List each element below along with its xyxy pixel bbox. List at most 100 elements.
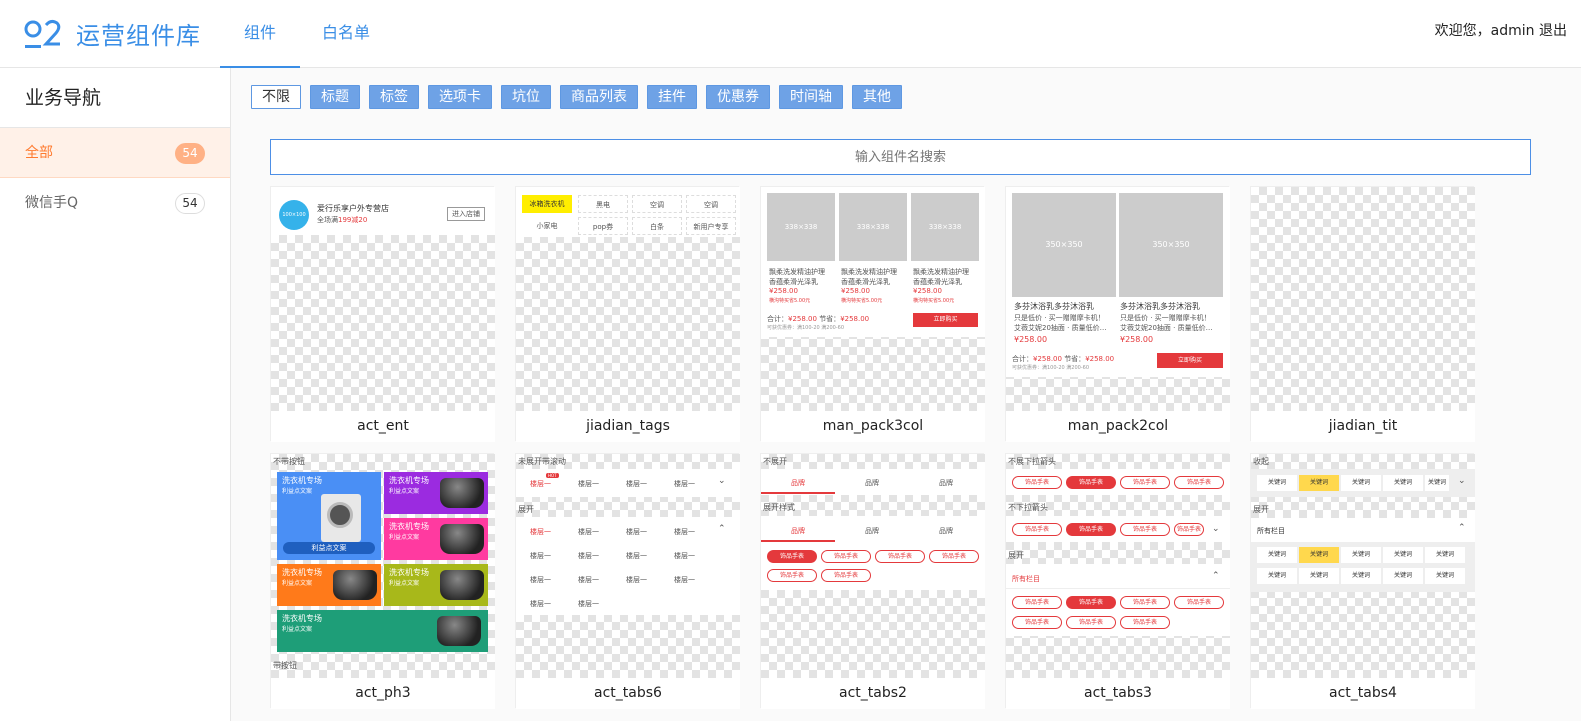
- component-card[interactable]: 不展开 品牌 品牌 品牌 展开样式 品牌 品牌 品牌 饰品手表 饰品手表 饰品手…: [760, 453, 985, 709]
- promo-tile: 洗衣机专场 利益点文案: [384, 518, 488, 560]
- tag-pill: 饰品手表: [767, 550, 817, 563]
- logo[interactable]: 运营组件库: [24, 16, 201, 51]
- component-name: act_tabs6: [516, 678, 740, 709]
- component-name: act_ent: [271, 411, 495, 442]
- preview-label: 未展开带滚动: [518, 457, 566, 466]
- chevron-up-icon: ⌃: [1458, 523, 1466, 533]
- keyword-tag: 关键词: [1383, 547, 1423, 563]
- tab-components[interactable]: 组件: [220, 0, 300, 68]
- hot-badge: HOT: [546, 473, 559, 478]
- product-price: ¥258.00: [841, 287, 870, 295]
- preview-label: 不带按钮: [273, 457, 305, 466]
- keyword-tag: 关键词: [1341, 568, 1381, 584]
- user-area: 欢迎您，admin 退出: [1435, 20, 1567, 40]
- component-name: act_tabs4: [1251, 678, 1475, 709]
- preview-label: 收起: [1253, 457, 1269, 466]
- promo-text: 可获优惠券：满100-20 满200-60: [767, 325, 845, 331]
- tab-item: 楼层一: [578, 480, 599, 488]
- keyword-tag: 关键词: [1425, 568, 1465, 584]
- tab-item: 楼层一: [530, 600, 551, 608]
- logout-link[interactable]: 退出: [1539, 23, 1567, 39]
- filter-tag[interactable]: 标签: [369, 85, 419, 109]
- preview-label: 不展开: [763, 457, 787, 466]
- component-name: act_ph3: [271, 678, 495, 709]
- chevron-down-icon: ⌄: [718, 476, 726, 486]
- keyword-tag: 关键词: [1383, 568, 1423, 584]
- sidebar-item-label: 全部: [25, 145, 53, 161]
- total-line: 合计：¥258.00 节省：¥258.00: [767, 315, 870, 323]
- filter-coupon[interactable]: 优惠券: [706, 85, 770, 109]
- search-input[interactable]: [270, 139, 1531, 175]
- shop-name: 爱行乐享户外专营店: [317, 204, 389, 213]
- chevron-up-icon: ⌃: [1212, 571, 1220, 581]
- component-preview: 收起 关键词 关键词 关键词 关键词 关键词 ⌄ 展开 所有栏目 ⌃ 关键词 关…: [1251, 454, 1475, 678]
- tag-pill: 饰品手表: [929, 550, 979, 563]
- component-card[interactable]: 冰箱洗衣机 黑电 空调 空调 小家电 pop券 白条 新用户专享 jiadian…: [515, 186, 740, 442]
- tag-pill: 饰品手表: [1120, 476, 1170, 489]
- keyword-tag: 关键词: [1257, 568, 1297, 584]
- tab-item: 楼层一: [626, 576, 647, 584]
- component-preview: 冰箱洗衣机 黑电 空调 空调 小家电 pop券 白条 新用户专享: [516, 187, 740, 411]
- keyword-tag: 关键词: [1341, 547, 1381, 563]
- preview-label: 带按钮: [273, 661, 297, 670]
- preview-label: 不下拉箭头: [1008, 503, 1048, 512]
- filter-timeline[interactable]: 时间轴: [779, 85, 843, 109]
- tag-pill: 饰品手表: [1066, 523, 1116, 536]
- total-line: 合计：¥258.00 节省：¥258.00: [1012, 355, 1115, 363]
- product-desc: 艾薇艾妮20抽面 · 质量低价…: [1014, 324, 1107, 332]
- promo-tile: 洗衣机专场 利益点文案: [277, 564, 381, 606]
- product-title: 多芬沐浴乳多芬沐浴乳: [1014, 302, 1094, 311]
- tab-item: 楼层一: [674, 528, 695, 536]
- avatar: 100×100: [279, 200, 309, 230]
- tab-item: 品牌: [939, 479, 953, 487]
- filter-slot[interactable]: 坑位: [501, 85, 551, 109]
- component-name: jiadian_tit: [1251, 411, 1475, 442]
- product-title: 飘柔洗发精油护理: [841, 268, 897, 276]
- filter-product-list[interactable]: 商品列表: [560, 85, 638, 109]
- filter-other[interactable]: 其他: [852, 85, 902, 109]
- product-price: ¥258.00: [913, 287, 942, 295]
- preview-label: 展开样式: [763, 503, 795, 512]
- component-card[interactable]: 100×100 爱行乐享户外专营店 全场满199减20 进入店铺 act_ent: [270, 186, 495, 442]
- filter-unlimited[interactable]: 不限: [251, 85, 301, 109]
- keyword-tag: 关键词: [1299, 547, 1339, 563]
- tag-item: 黑电: [578, 195, 628, 213]
- top-bar: 运营组件库 组件 白名单 欢迎您，admin 退出: [0, 0, 1581, 68]
- product-tag: 横沟特买省5.00元: [913, 298, 955, 304]
- tag-pill: 饰品手表: [821, 550, 871, 563]
- filter-tabs[interactable]: 选项卡: [428, 85, 492, 109]
- product-title: 香蕴柔滑光泽乳: [913, 278, 962, 286]
- tab-item: 品牌: [791, 479, 805, 487]
- keyword-tag: 关键词: [1383, 475, 1423, 491]
- product-price: ¥258.00: [1120, 335, 1154, 344]
- tab-whitelist[interactable]: 白名单: [306, 0, 386, 68]
- sidebar-item-all[interactable]: 全部 54: [0, 128, 230, 178]
- tag-pill: 饰品手表: [1066, 596, 1116, 609]
- component-card[interactable]: 不展下拉箭头 饰品手表 饰品手表 饰品手表 饰品手表 不下拉箭头 饰品手表 饰品…: [1005, 453, 1230, 709]
- component-card[interactable]: 未展开带滚动 楼层一 HOT 楼层一 楼层一 楼层一 ⌄ 展开 楼层一 楼层一 …: [515, 453, 740, 709]
- component-name: man_pack2col: [1006, 411, 1230, 442]
- product-title: 香蕴柔滑光泽乳: [841, 278, 890, 286]
- tab-item: 品牌: [939, 527, 953, 535]
- tag-pill: 饰品手表: [1066, 476, 1116, 489]
- component-card[interactable]: 不带按钮 洗衣机专场 利益点文案 利益点文案 洗衣机专场 利益点文案 洗衣机专场 利益…: [270, 453, 495, 709]
- sidebar-item-wechat-qq[interactable]: 微信手Q 54: [0, 178, 230, 228]
- tab-item: 楼层一: [530, 528, 551, 536]
- component-card[interactable]: jiadian_tit: [1250, 186, 1475, 442]
- shop-desc: 全场满199减20: [317, 216, 368, 224]
- tab-item: 品牌: [865, 527, 879, 535]
- component-card[interactable]: 350×350 350×350 多芬沐浴乳多芬沐浴乳 只是低价 · 买一赠赠摩卡…: [1005, 186, 1230, 442]
- product-image: 350×350: [1119, 193, 1223, 297]
- chevron-down-icon: ⌄: [1212, 524, 1220, 534]
- preview-label: 展开: [1008, 551, 1024, 560]
- component-preview: [1251, 187, 1475, 411]
- component-preview: 不带按钮 洗衣机专场 利益点文案 利益点文案 洗衣机专场 利益点文案 洗衣机专场 利益…: [271, 454, 495, 678]
- component-card[interactable]: 338×338 338×338 338×338 飘柔洗发精油护理 香蕴柔滑光泽乳…: [760, 186, 985, 442]
- component-card[interactable]: 收起 关键词 关键词 关键词 关键词 关键词 ⌄ 展开 所有栏目 ⌃ 关键词 关…: [1250, 453, 1475, 709]
- filter-widget[interactable]: 挂件: [647, 85, 697, 109]
- tag-item: 空调: [632, 195, 682, 213]
- sidebar-item-label: 微信手Q: [25, 195, 79, 211]
- component-name: jiadian_tags: [516, 411, 740, 442]
- tab-item: 品牌: [865, 479, 879, 487]
- filter-title[interactable]: 标题: [310, 85, 360, 109]
